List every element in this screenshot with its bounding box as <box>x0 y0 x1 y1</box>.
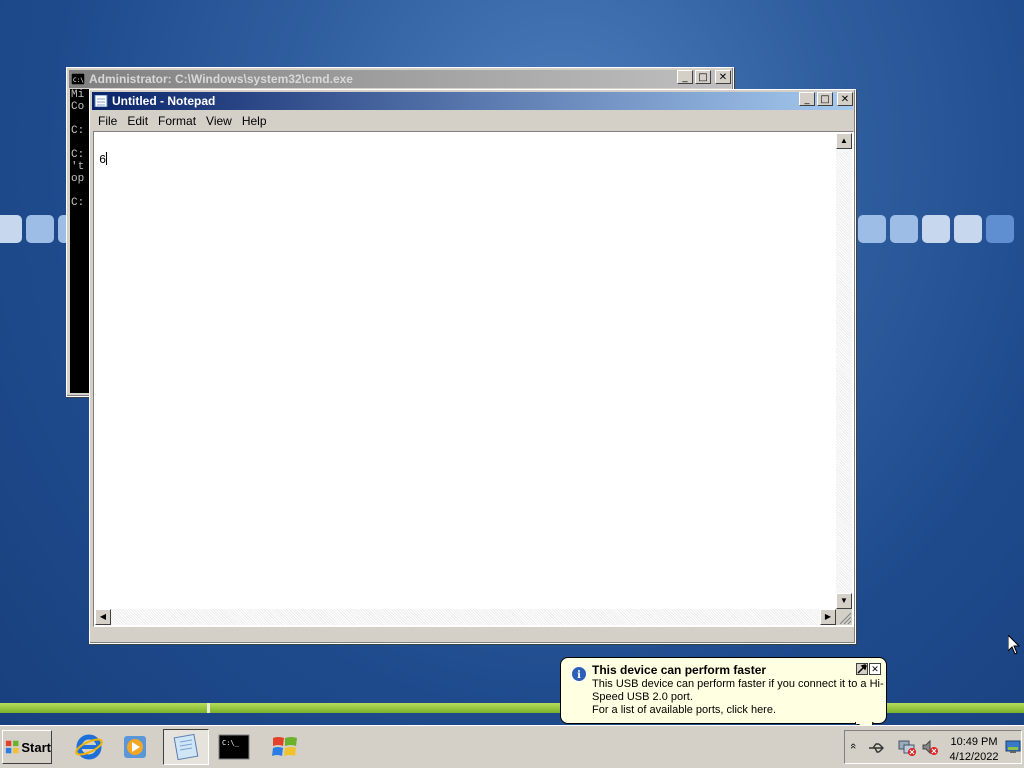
scroll-right-button[interactable]: ▶ <box>820 609 836 625</box>
svg-text:i: i <box>577 670 581 681</box>
svg-text:C:\_: C:\_ <box>222 739 240 747</box>
console-line: Mi <box>71 89 85 101</box>
info-icon: i <box>571 666 587 682</box>
resize-grip-icon <box>839 612 852 625</box>
menu-help[interactable]: Help <box>237 114 272 128</box>
balloon-close-button[interactable]: ✕ <box>869 663 881 675</box>
taskbar: Start C:\_ « 10:49 PM 4/12/2022 <box>0 725 1024 768</box>
menu-edit[interactable]: Edit <box>122 114 153 128</box>
mouse-cursor-icon <box>1008 635 1020 655</box>
menu-format[interactable]: Format <box>153 114 201 128</box>
scroll-down-button[interactable]: ▼ <box>836 593 852 609</box>
notepad-text-area[interactable]: 6 ▲ ▼ ◀ ▶ <box>93 131 854 627</box>
notepad-maximize-button[interactable]: □ <box>817 92 833 106</box>
notepad-window-title: Untitled - Notepad <box>112 94 216 108</box>
start-label: Start <box>21 739 51 755</box>
balloon-options-button[interactable] <box>856 663 868 675</box>
balloon-title: This device can perform faster <box>592 663 767 677</box>
wallpaper-tile <box>922 215 950 243</box>
windows-flag-icon <box>5 740 19 754</box>
notepad-titlebar[interactable]: Untitled - Notepad <box>92 92 853 110</box>
wallpaper-tile <box>26 215 54 243</box>
console-line: Co <box>71 101 85 113</box>
wallpaper-tile <box>0 215 22 243</box>
cmd-maximize-button[interactable]: □ <box>695 70 711 84</box>
notepad-minimize-button[interactable]: _ <box>799 92 815 106</box>
svg-text:C:\: C:\ <box>73 77 84 84</box>
show-desktop-icon[interactable] <box>1005 740 1021 754</box>
editor-content: 6 <box>99 152 108 167</box>
wallpaper-tile <box>986 215 1014 243</box>
network-disconnected-icon[interactable] <box>897 739 917 757</box>
notepad-window[interactable]: Untitled - Notepad _ □ ✕ File Edit Forma… <box>89 89 856 644</box>
scroll-left-button[interactable]: ◀ <box>95 609 111 625</box>
system-tray: « 10:49 PM 4/12/2022 <box>844 730 1022 764</box>
console-line: C: <box>71 125 85 137</box>
console-line: 't <box>71 161 85 173</box>
notepad-icon <box>94 95 108 107</box>
vertical-scrollbar[interactable]: ▲ ▼ <box>836 133 852 609</box>
clock-time: 10:49 PM <box>950 736 998 748</box>
cmd-titlebar[interactable]: C:\ Administrator: C:\Windows\system32\c… <box>69 70 731 88</box>
cmd-console-output[interactable]: Mi Co C: C: 't op C: <box>70 89 91 393</box>
menu-file[interactable]: File <box>93 114 122 128</box>
wallpaper-tile <box>954 215 982 243</box>
console-line: C: <box>71 197 85 209</box>
clock-date: 4/12/2022 <box>949 751 999 763</box>
notepad-close-button[interactable]: ✕ <box>837 92 853 106</box>
taskbar-task-explorer[interactable] <box>262 729 308 765</box>
balloon-message: This USB device can perform faster if yo… <box>592 678 884 703</box>
show-hidden-icons-button[interactable]: « <box>847 743 859 749</box>
cmd-close-button[interactable]: ✕ <box>715 70 731 84</box>
cmd-window-title: Administrator: C:\Windows\system32\cmd.e… <box>89 72 353 86</box>
horizontal-scrollbar[interactable]: ◀ ▶ <box>95 609 836 625</box>
clock[interactable]: 10:49 PM 4/12/2022 <box>943 735 1005 765</box>
cmd-icon: C:\ <box>71 73 85 85</box>
text-caret <box>106 152 108 165</box>
usb-notification-balloon[interactable]: i This device can perform faster This US… <box>560 657 887 734</box>
internet-explorer-icon <box>75 734 103 760</box>
wallpaper-tile <box>858 215 886 243</box>
wrench-icon <box>857 664 867 674</box>
balloon-body: This USB device can perform faster if yo… <box>592 678 884 717</box>
quicklaunch-media-player[interactable] <box>112 729 158 765</box>
cmd-minimize-button[interactable]: _ <box>677 70 693 84</box>
taskbar-task-notepad[interactable] <box>163 729 209 765</box>
console-line: op <box>71 173 85 185</box>
usb-device-icon[interactable] <box>867 739 885 757</box>
windows-flag-icon <box>272 737 297 756</box>
resize-grip[interactable] <box>836 609 852 625</box>
console-line: C: <box>71 149 85 161</box>
wallpaper-tile <box>890 215 918 243</box>
taskbar-task-command-prompt[interactable]: C:\_ <box>211 729 257 765</box>
notepad-icon <box>173 733 199 761</box>
cmd-icon: C:\_ <box>218 734 250 760</box>
menu-view[interactable]: View <box>201 114 237 128</box>
quicklaunch-internet-explorer[interactable] <box>66 729 112 765</box>
media-player-icon <box>124 736 146 758</box>
editor-text: 6 <box>99 153 107 167</box>
balloon-link[interactable]: For a list of available ports, click her… <box>592 704 884 717</box>
scroll-up-button[interactable]: ▲ <box>836 133 852 149</box>
volume-muted-icon[interactable] <box>921 739 939 757</box>
start-button[interactable]: Start <box>2 730 52 764</box>
notepad-menubar: File Edit Format View Help <box>93 111 852 130</box>
